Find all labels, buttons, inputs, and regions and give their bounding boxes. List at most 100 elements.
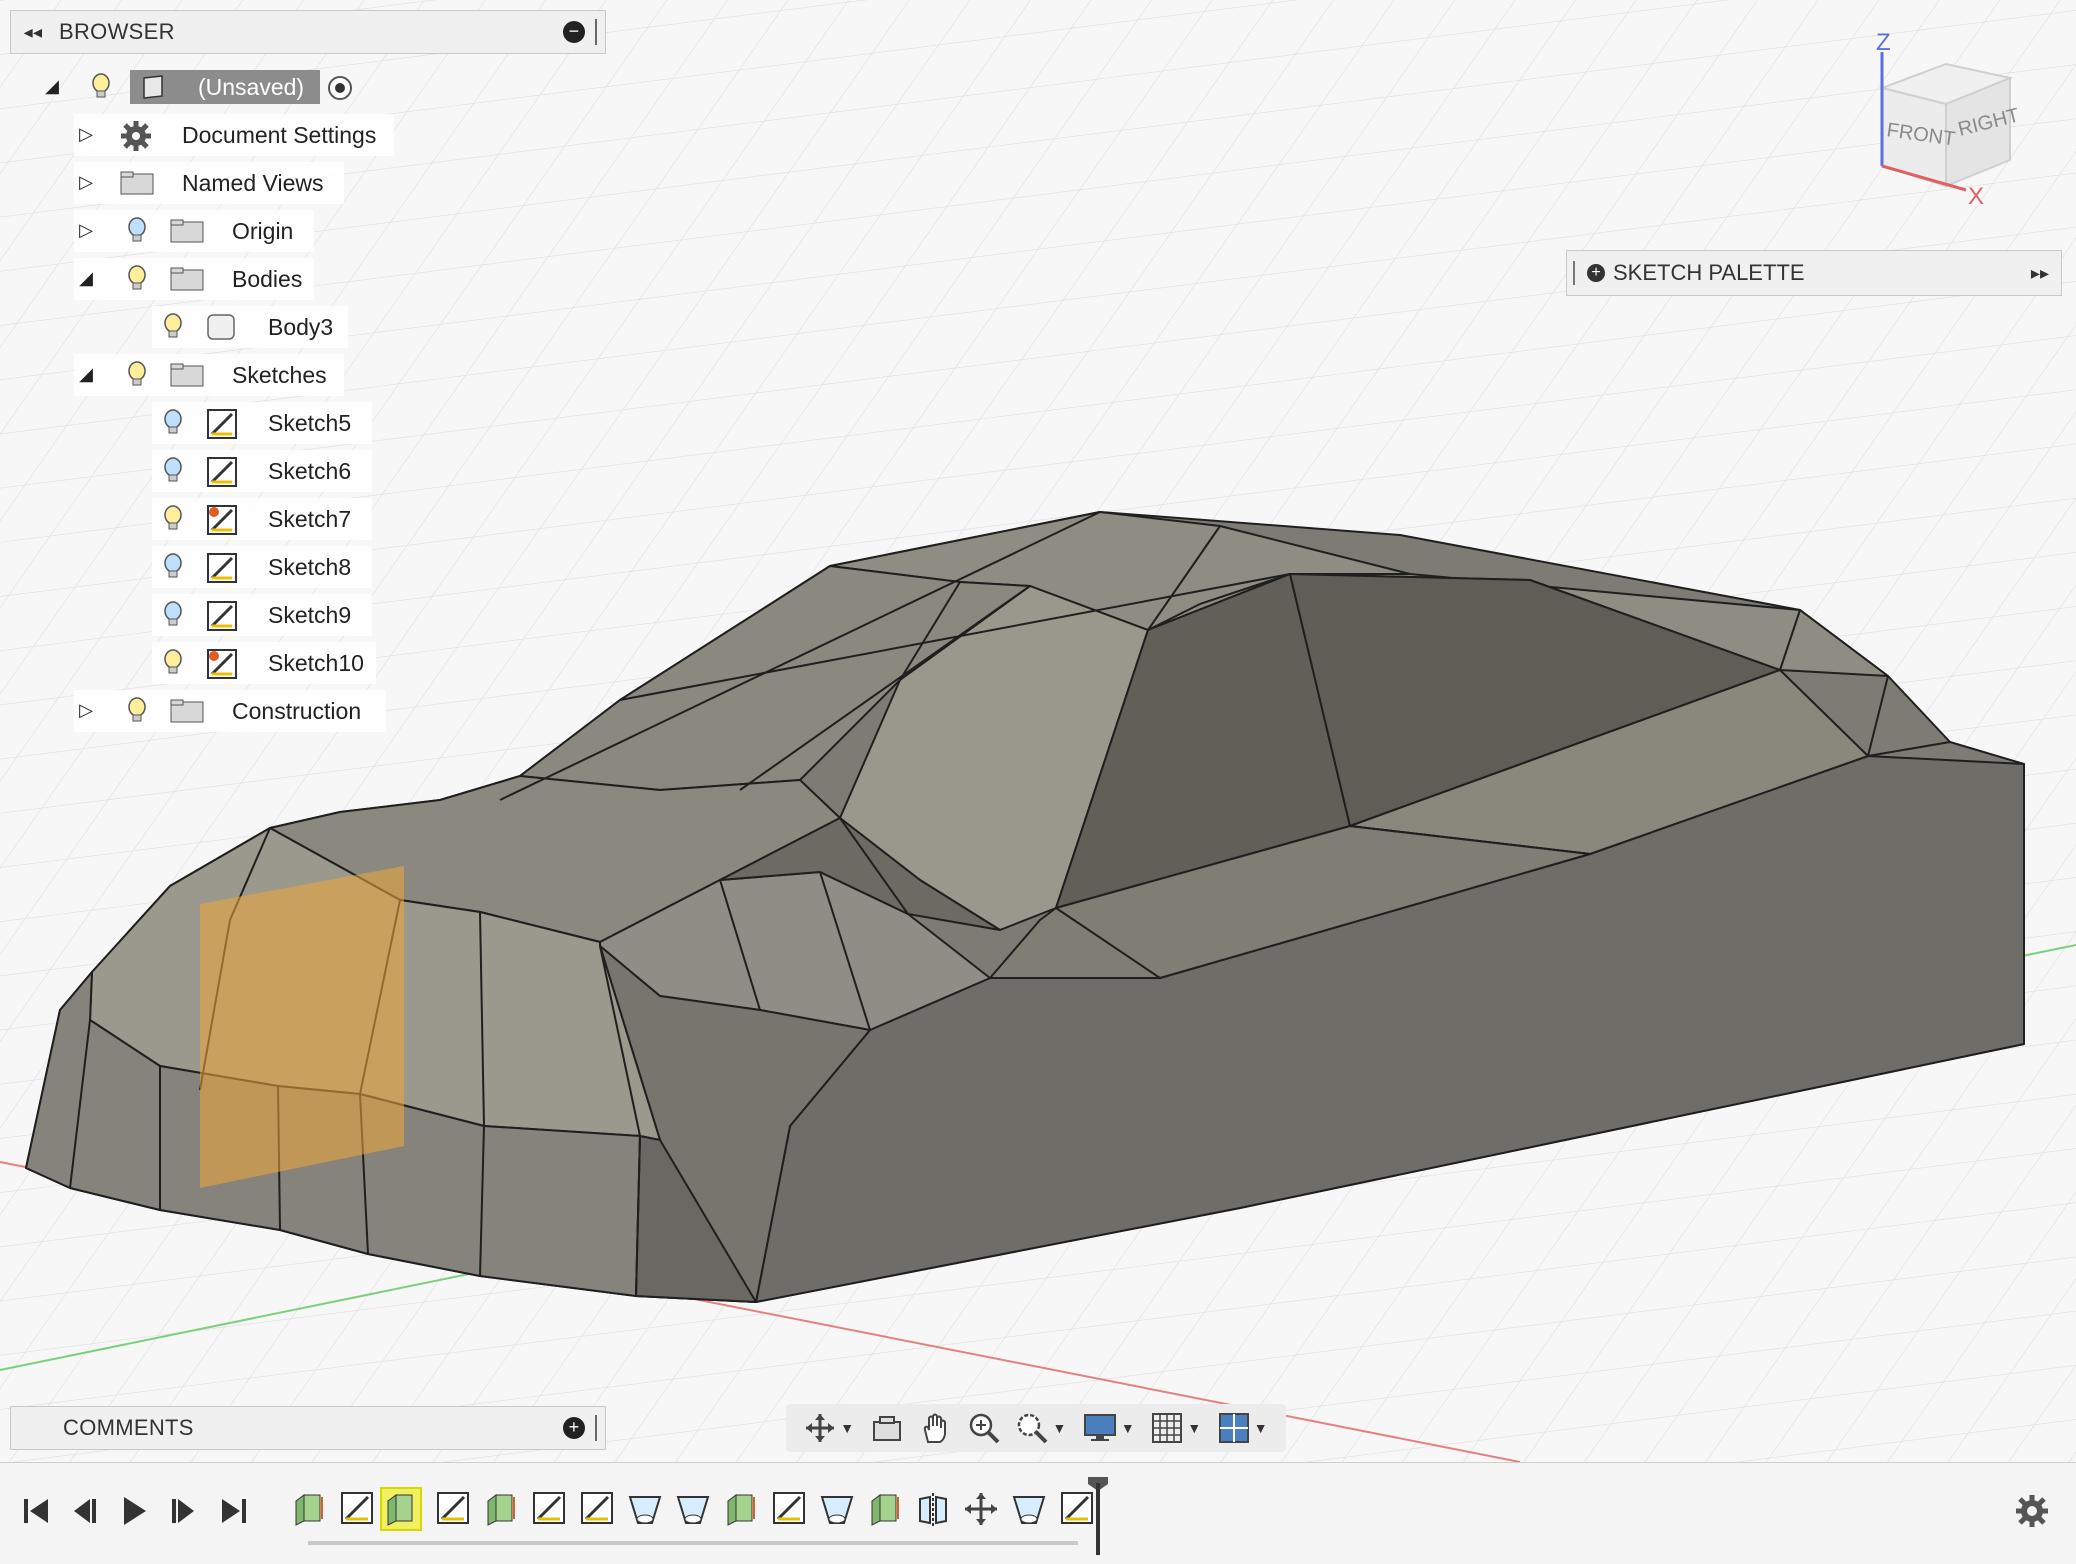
timeline-track[interactable] bbox=[308, 1541, 1078, 1545]
fit-dropdown-icon[interactable]: ▼ bbox=[1052, 1420, 1066, 1436]
expanded-triangle-icon[interactable]: ◢ bbox=[76, 268, 96, 289]
timeline-settings-gear-icon[interactable] bbox=[2014, 1493, 2050, 1529]
timeline-extrude-icon[interactable] bbox=[482, 1489, 520, 1529]
display-dropdown-icon[interactable]: ▼ bbox=[1121, 1420, 1135, 1436]
lightbulb-icon[interactable] bbox=[126, 264, 148, 294]
viewcube-z-label: Z bbox=[1876, 29, 1891, 56]
lightbulb-icon[interactable] bbox=[126, 696, 148, 726]
tree-node-root[interactable]: ◢ (Unsaved) bbox=[42, 66, 360, 108]
collapsed-triangle-icon[interactable]: ▷ bbox=[76, 172, 96, 193]
tree-node-body3[interactable]: Body3 bbox=[152, 306, 348, 348]
sketch-palette-header[interactable]: + SKETCH PALETTE ▸▸ bbox=[1566, 250, 2062, 296]
timeline-marker[interactable] bbox=[1096, 1483, 1100, 1555]
timeline-loft-icon[interactable] bbox=[674, 1489, 712, 1529]
root-component-chip[interactable]: (Unsaved) bbox=[130, 70, 320, 104]
zoom-tool[interactable] bbox=[968, 1412, 1000, 1444]
orbit-tool[interactable]: ▼ bbox=[804, 1412, 854, 1444]
lightbulb-icon[interactable] bbox=[162, 552, 184, 582]
timeline-mirror-icon[interactable] bbox=[914, 1489, 952, 1529]
timeline-loft-icon[interactable] bbox=[1010, 1489, 1048, 1529]
tree-node-construction[interactable]: ▷ Construction bbox=[74, 690, 386, 732]
grid-dropdown-icon[interactable]: ▼ bbox=[1187, 1420, 1201, 1436]
timeline-move-icon[interactable] bbox=[962, 1489, 1000, 1529]
viewports-icon[interactable] bbox=[1218, 1412, 1250, 1444]
body-icon bbox=[207, 314, 235, 340]
step-back-icon[interactable] bbox=[66, 1493, 102, 1529]
browser-panel-header[interactable]: ◂◂ BROWSER − bbox=[10, 10, 606, 54]
display-settings-tool[interactable]: ▼ bbox=[1083, 1413, 1135, 1443]
timeline-loft-icon[interactable] bbox=[626, 1489, 664, 1529]
tree-node-origin[interactable]: ▷ Origin bbox=[74, 210, 314, 252]
look-at-tool[interactable] bbox=[871, 1414, 903, 1442]
tree-node-document-settings[interactable]: ▷ Document Settings bbox=[74, 114, 394, 156]
grid-settings-tool[interactable]: ▼ bbox=[1151, 1412, 1201, 1444]
folder-icon bbox=[170, 219, 204, 243]
collapsed-triangle-icon[interactable]: ▷ bbox=[76, 700, 96, 721]
timeline-sketch-icon[interactable] bbox=[338, 1489, 376, 1529]
activate-radio-icon[interactable] bbox=[326, 74, 354, 102]
zoom-window-icon[interactable] bbox=[1016, 1412, 1048, 1444]
folder-icon bbox=[170, 699, 204, 723]
viewports-tool[interactable]: ▼ bbox=[1218, 1412, 1268, 1444]
lightbulb-icon[interactable] bbox=[162, 648, 184, 678]
expanded-triangle-icon[interactable]: ◢ bbox=[76, 364, 96, 385]
folder-icon bbox=[170, 267, 204, 291]
palette-grip[interactable] bbox=[1573, 261, 1577, 285]
tree-label: Construction bbox=[232, 698, 362, 724]
orbit-dropdown-icon[interactable]: ▼ bbox=[840, 1420, 854, 1436]
timeline-sketch-icon[interactable] bbox=[578, 1489, 616, 1529]
plus-circle-icon[interactable]: + bbox=[1587, 264, 1605, 282]
expanded-triangle-icon[interactable]: ◢ bbox=[42, 76, 62, 97]
lightbulb-icon[interactable] bbox=[162, 504, 184, 534]
add-comment-icon[interactable]: + bbox=[563, 1417, 585, 1439]
browser-resize-grip[interactable] bbox=[595, 19, 599, 45]
go-to-start-icon[interactable] bbox=[18, 1493, 54, 1529]
play-icon[interactable] bbox=[116, 1493, 152, 1529]
comments-panel-header[interactable]: COMMENTS + bbox=[10, 1406, 606, 1450]
lightbulb-icon[interactable] bbox=[162, 456, 184, 486]
tree-node-sketches[interactable]: ◢ Sketches bbox=[74, 354, 344, 396]
tree-node-sketch9[interactable]: Sketch9 bbox=[152, 594, 372, 636]
lightbulb-icon[interactable] bbox=[90, 72, 112, 102]
comments-resize-grip[interactable] bbox=[595, 1415, 599, 1441]
timeline-sketch-icon[interactable] bbox=[1058, 1489, 1096, 1529]
zoom-icon[interactable] bbox=[968, 1412, 1000, 1444]
timeline-extrude-icon[interactable] bbox=[866, 1489, 904, 1529]
lightbulb-icon[interactable] bbox=[126, 216, 148, 246]
tree-node-sketch5[interactable]: Sketch5 bbox=[152, 402, 372, 444]
browser-minimize-icon[interactable]: − bbox=[563, 21, 585, 43]
expand-palette-icon[interactable]: ▸▸ bbox=[2031, 263, 2049, 284]
display-monitor-icon[interactable] bbox=[1083, 1413, 1117, 1443]
tree-node-named-views[interactable]: ▷ Named Views bbox=[74, 162, 344, 204]
lightbulb-icon[interactable] bbox=[162, 312, 184, 342]
tree-node-sketch10[interactable]: Sketch10 bbox=[152, 642, 376, 684]
grid-icon[interactable] bbox=[1151, 1412, 1183, 1444]
collapsed-triangle-icon[interactable]: ▷ bbox=[76, 220, 96, 241]
tree-node-sketch6[interactable]: Sketch6 bbox=[152, 450, 372, 492]
lightbulb-icon[interactable] bbox=[162, 408, 184, 438]
viewports-dropdown-icon[interactable]: ▼ bbox=[1254, 1420, 1268, 1436]
hand-pan-icon[interactable] bbox=[919, 1412, 951, 1444]
timeline-extrude-active-icon[interactable] bbox=[380, 1487, 422, 1531]
timeline-extrude-icon[interactable] bbox=[290, 1489, 328, 1529]
look-at-icon[interactable] bbox=[871, 1414, 903, 1442]
lightbulb-icon[interactable] bbox=[126, 360, 148, 390]
collapsed-triangle-icon[interactable]: ▷ bbox=[76, 124, 96, 145]
selected-sketch-plane[interactable] bbox=[200, 866, 404, 1188]
timeline-sketch-icon[interactable] bbox=[530, 1489, 568, 1529]
tree-node-bodies[interactable]: ◢ Bodies bbox=[74, 258, 314, 300]
lightbulb-icon[interactable] bbox=[162, 600, 184, 630]
collapse-browser-icon[interactable]: ◂◂ bbox=[11, 22, 55, 43]
pan-tool[interactable] bbox=[919, 1412, 951, 1444]
orbit-icon[interactable] bbox=[804, 1412, 836, 1444]
fit-tool[interactable]: ▼ bbox=[1016, 1412, 1066, 1444]
gear-icon bbox=[121, 121, 151, 151]
tree-node-sketch7[interactable]: Sketch7 bbox=[152, 498, 372, 540]
timeline-sketch-icon[interactable] bbox=[770, 1489, 808, 1529]
timeline-sketch-icon[interactable] bbox=[434, 1489, 472, 1529]
timeline-extrude-icon[interactable] bbox=[722, 1489, 760, 1529]
step-forward-icon[interactable] bbox=[166, 1493, 202, 1529]
tree-node-sketch8[interactable]: Sketch8 bbox=[152, 546, 372, 588]
timeline-loft-icon[interactable] bbox=[818, 1489, 856, 1529]
go-to-end-icon[interactable] bbox=[216, 1493, 252, 1529]
